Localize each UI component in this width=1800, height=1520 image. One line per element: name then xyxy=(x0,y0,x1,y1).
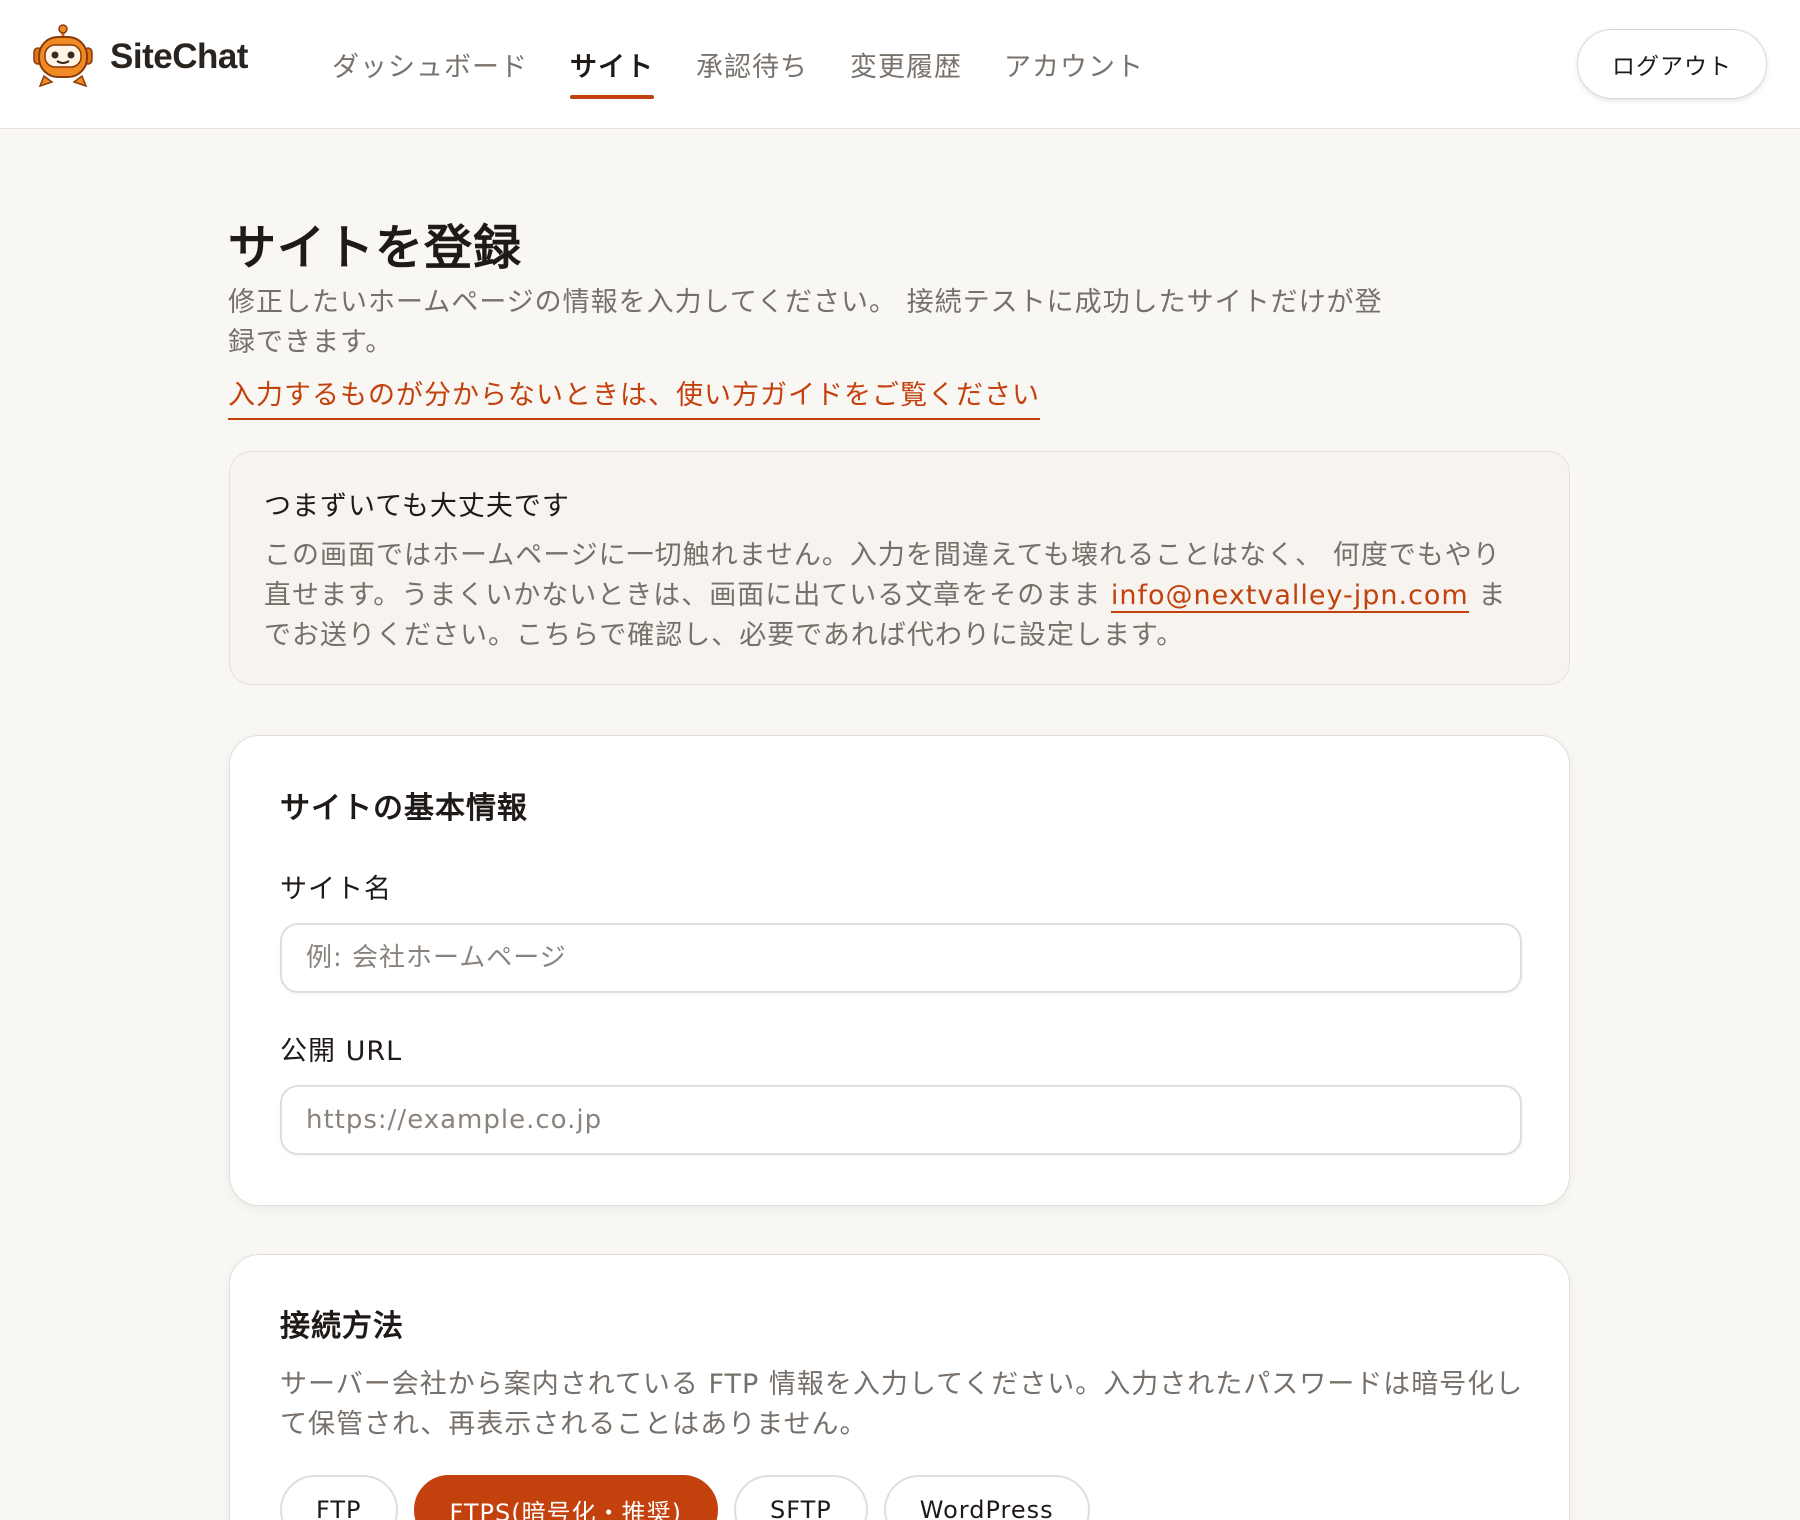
app-name: SiteChat xyxy=(110,37,248,76)
notice-title: つまずいても大丈夫です xyxy=(264,491,570,522)
connection-title: 接続方法 xyxy=(280,1309,404,1344)
method-sftp-button[interactable]: SFTP xyxy=(734,1475,868,1520)
method-ftp-button[interactable]: FTP xyxy=(280,1475,398,1520)
page-title: サイトを登録 xyxy=(228,220,523,276)
nav-item-sites[interactable]: サイト xyxy=(570,0,654,129)
basic-info-card: サイトの基本情報 サイト名 公開 URL xyxy=(229,735,1570,1206)
usage-guide-link[interactable]: 入力するものが分からないときは、使い方ガイドをご覧ください xyxy=(228,378,1040,420)
connection-method-card: 接続方法 サーバー会社から案内されている FTP 情報を入力してください。入力さ… xyxy=(229,1254,1570,1520)
site-name-input[interactable] xyxy=(280,923,1522,993)
nav-item-change-history[interactable]: 変更履歴 xyxy=(850,0,962,129)
main-nav: ダッシュボード サイト 承認待ち 変更履歴 アカウント xyxy=(332,0,1186,129)
robot-mascot-icon xyxy=(33,24,93,88)
top-navbar: SiteChat ダッシュボード サイト 承認待ち 変更履歴 アカウント ログア… xyxy=(0,0,1800,129)
basic-info-title: サイトの基本情報 xyxy=(280,791,528,826)
page-description: 修正したいホームページの情報を入力してください。 接続テストに成功したサイトだけ… xyxy=(228,287,1383,358)
site-name-label: サイト名 xyxy=(280,874,392,905)
method-wordpress-button[interactable]: WordPress xyxy=(883,1475,1090,1520)
public-url-label: 公開 URL xyxy=(280,1036,403,1067)
support-email-link[interactable]: info@nextvalley-jpn.com xyxy=(1110,580,1469,613)
connection-method-selector: FTP FTPS(暗号化・推奨) SFTP WordPress xyxy=(280,1475,1090,1520)
reassurance-notice: つまずいても大丈夫です この画面ではホームページに一切触れません。入力を間違えて… xyxy=(229,451,1570,685)
connection-description: サーバー会社から案内されている FTP 情報を入力してください。入力されたパスワ… xyxy=(280,1369,1524,1440)
app-logo[interactable]: SiteChat xyxy=(30,24,248,90)
notice-body: この画面ではホームページに一切触れません。入力を間違えても壊れることはなく、 何… xyxy=(264,536,1524,656)
nav-item-pending-approval[interactable]: 承認待ち xyxy=(696,0,808,129)
nav-item-account[interactable]: アカウント xyxy=(1004,0,1144,129)
method-ftps-button[interactable]: FTPS(暗号化・推奨) xyxy=(413,1475,718,1520)
logout-button[interactable]: ログアウト xyxy=(1577,29,1767,99)
nav-item-dashboard[interactable]: ダッシュボード xyxy=(332,0,528,129)
public-url-input[interactable] xyxy=(280,1085,1522,1155)
